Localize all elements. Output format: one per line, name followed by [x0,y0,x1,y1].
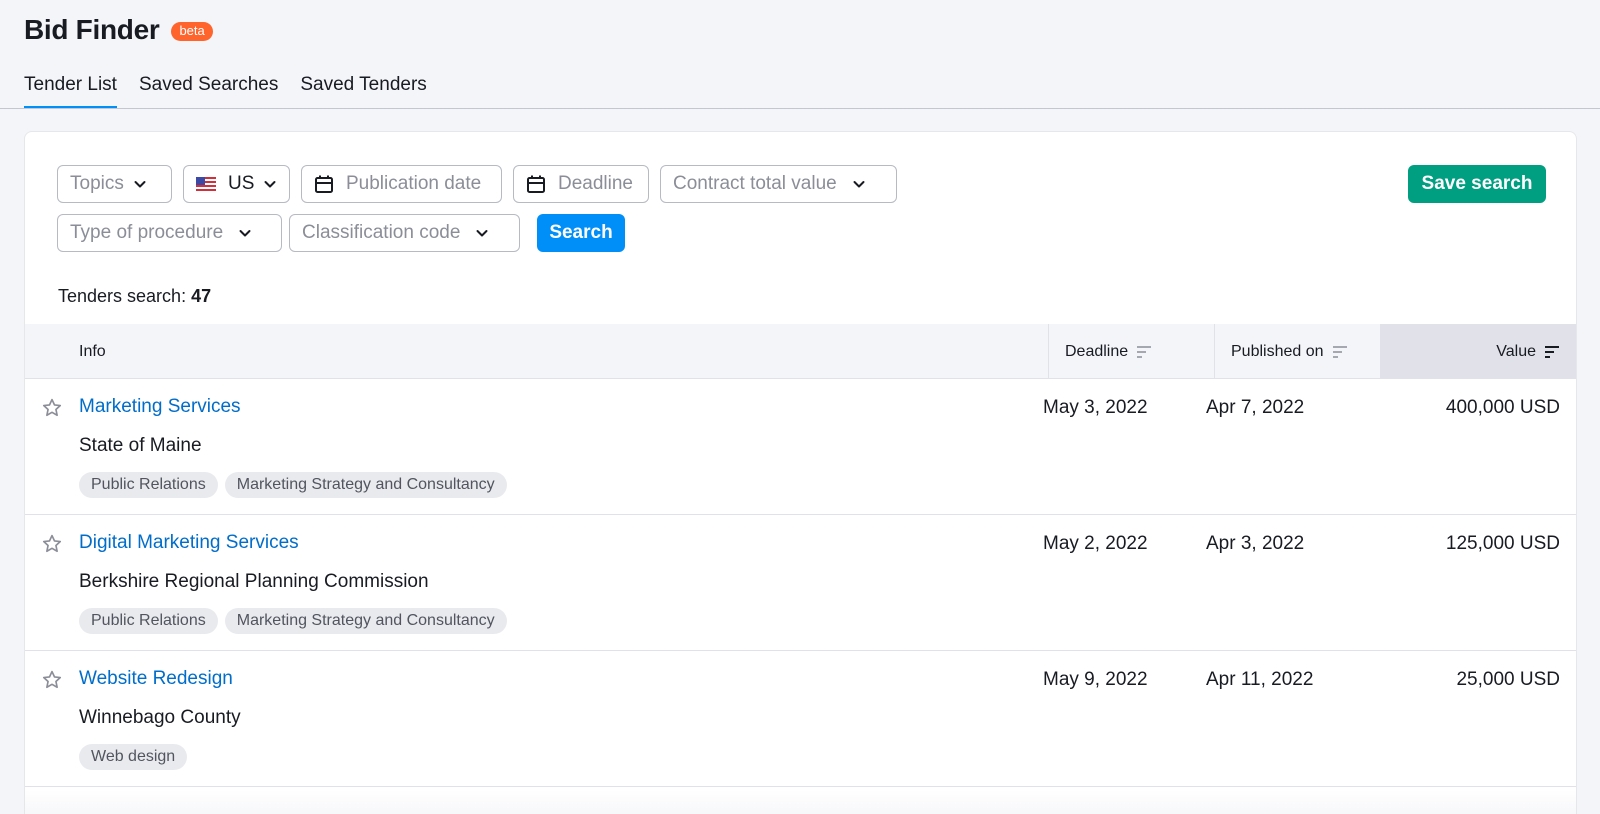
tag-chip: Public Relations [79,472,218,498]
chevron-down-icon [239,230,251,237]
col-value[interactable]: Value [1380,324,1576,379]
published-cell: Apr 11, 2022 [1206,669,1314,690]
value-cell: 125,000 USD [1445,533,1560,554]
sort-icon [1137,345,1152,358]
tender-title-link[interactable]: Digital Marketing Services [79,532,299,554]
sort-icon [1332,345,1347,358]
contract-value-placeholder: Contract total value [673,173,837,194]
page-title: Bid Finder [24,14,160,45]
col-deadline-label: Deadline [1065,342,1129,360]
col-published-label: Published on [1231,342,1324,360]
star-icon[interactable] [41,397,63,419]
col-deadline[interactable]: Deadline [1048,324,1214,379]
value-cell: 25,000 USD [1456,669,1560,690]
classification-placeholder: Classification code [302,222,461,243]
tab-bar: Tender List Saved Searches Saved Tenders [24,74,449,109]
results-number: 47 [191,286,212,306]
tag-chip: Public Relations [79,608,218,634]
sort-icon [1545,345,1559,358]
tender-tags: Web design [79,744,194,770]
col-published[interactable]: Published on [1214,324,1380,379]
publication-date-filter[interactable]: Publication date [301,165,502,203]
beta-badge: beta [171,21,213,41]
tender-tags: Public Relations Marketing Strategy and … [79,608,514,634]
tender-title-link[interactable]: Marketing Services [79,396,241,418]
tab-tender-list[interactable]: Tender List [24,74,117,109]
chevron-down-icon [853,181,865,188]
us-flag-icon [196,177,216,191]
chevron-down-icon [476,230,488,237]
results-label: Tenders search: [58,286,187,306]
country-value: US [228,173,255,194]
tag-chip: Marketing Strategy and Consultancy [224,472,507,498]
contract-value-filter[interactable]: Contract total value [660,165,897,203]
tag-chip: Marketing Strategy and Consultancy [224,608,507,634]
col-value-label: Value [1496,342,1536,360]
deadline-placeholder: Deadline [558,173,633,194]
save-search-button[interactable]: Save search [1408,165,1546,203]
table-row: Marketing Services State of Maine Public… [25,379,1576,515]
tender-organization: Winnebago County [79,707,241,728]
publication-date-placeholder: Publication date [346,173,482,194]
star-icon[interactable] [41,533,63,555]
tabs-divider [0,108,1600,109]
classification-filter[interactable]: Classification code [289,214,520,252]
chevron-down-icon [264,181,276,188]
table-row: Digital Marketing Services Berkshire Reg… [25,515,1576,651]
table-row: Website Redesign Winnebago County Web de… [25,651,1576,787]
tender-organization: Berkshire Regional Planning Commission [79,571,429,592]
chevron-down-icon [134,181,146,188]
country-filter[interactable]: US [183,165,290,203]
calendar-icon [527,175,545,193]
col-info: Info [79,342,106,360]
search-button[interactable]: Search [537,214,625,252]
deadline-cell: May 9, 2022 [1043,669,1148,690]
deadline-filter[interactable]: Deadline [513,165,649,203]
procedure-placeholder: Type of procedure [70,222,224,243]
tender-card: Topics US Publication date Deadline Cont… [24,131,1577,814]
star-icon[interactable] [41,669,63,691]
results-count: Tenders search: 47 [58,286,211,307]
published-cell: Apr 3, 2022 [1206,533,1305,554]
tender-organization: State of Maine [79,435,202,456]
topics-placeholder: Topics [70,173,124,194]
tab-saved-tenders[interactable]: Saved Tenders [300,74,426,109]
tab-saved-searches[interactable]: Saved Searches [139,74,278,109]
deadline-cell: May 3, 2022 [1043,397,1148,418]
bottom-fade [25,790,1576,814]
deadline-cell: May 2, 2022 [1043,533,1148,554]
table-header: Info Deadline Published on Value [25,324,1576,379]
page-header: Bid Finder beta [24,14,213,46]
value-cell: 400,000 USD [1445,397,1560,418]
published-cell: Apr 7, 2022 [1206,397,1305,418]
procedure-filter[interactable]: Type of procedure [57,214,282,252]
tag-chip: Web design [79,744,188,770]
tender-tags: Public Relations Marketing Strategy and … [79,472,514,498]
topics-filter[interactable]: Topics [57,165,172,203]
tender-title-link[interactable]: Website Redesign [79,668,233,690]
calendar-icon [315,175,333,193]
